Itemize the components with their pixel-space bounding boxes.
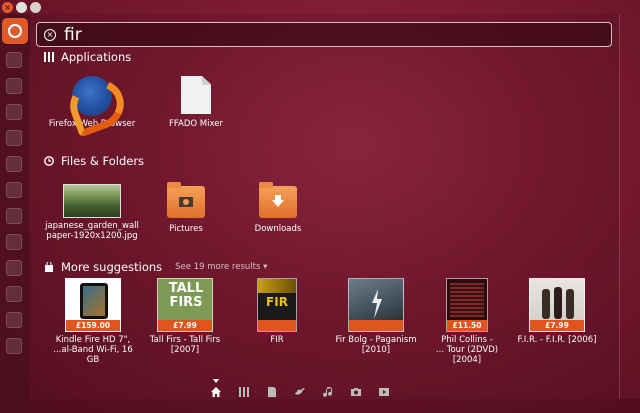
category-title: Applications	[61, 50, 132, 64]
suggestion-item[interactable]: £159.00 Kindle Fire HD 7", ...al-Band Wi…	[48, 278, 138, 365]
photos-lens-icon	[351, 388, 361, 396]
suggestion-item[interactable]: FIR FIR	[232, 278, 322, 345]
lens-bar	[210, 379, 390, 398]
clear-search-icon[interactable]: ×	[44, 28, 56, 41]
video-lens-button[interactable]	[378, 386, 390, 398]
music-lens-icon	[323, 387, 333, 397]
maximize-window-button[interactable]	[30, 2, 41, 13]
shopping-bag-icon	[45, 262, 53, 272]
result-item[interactable]: japanese_garden_wall paper-1920x1200.jpg	[40, 184, 144, 241]
category-title: Files & Folders	[61, 154, 145, 168]
launcher-app-icon[interactable]	[6, 182, 22, 198]
suggestion-item[interactable]: £11.50 Phil Collins - ... Tour (2DVD) [2…	[422, 278, 512, 365]
window-controls: ×	[2, 2, 41, 13]
result-label: Pictures	[169, 224, 203, 234]
social-lens-button[interactable]	[294, 386, 306, 398]
firefox-icon	[72, 76, 112, 116]
launcher-app-icon[interactable]	[6, 312, 22, 328]
album-cover-thumbnail	[348, 278, 404, 332]
suggestion-label: F.I.R. - F.I.R. [2006]	[517, 335, 597, 345]
pictures-folder-icon	[167, 182, 205, 218]
result-item[interactable]: FFADO Mixer	[144, 76, 248, 129]
image-thumbnail	[63, 184, 121, 218]
lightning-art	[372, 289, 382, 319]
album-cover-thumbnail: £7.99	[529, 278, 585, 332]
launcher-app-icon[interactable]	[6, 338, 22, 354]
category-title: More suggestions	[61, 260, 163, 274]
minimize-window-button[interactable]	[16, 2, 27, 13]
suggestion-label: FIR	[270, 335, 284, 345]
search-bar[interactable]: ×	[36, 22, 612, 47]
dash-home-button[interactable]	[2, 18, 28, 44]
launcher-app-icon[interactable]	[6, 260, 22, 276]
music-lens-button[interactable]	[322, 386, 334, 398]
suggestions-category-header: More suggestions See 19 more results ▾	[44, 260, 267, 274]
launcher-app-icon[interactable]	[6, 104, 22, 120]
close-window-button[interactable]: ×	[2, 2, 13, 13]
kindle-thumbnail: £159.00	[65, 278, 121, 332]
applications-lens-icon	[239, 387, 249, 397]
suggestion-label: Phil Collins - ... Tour (2DVD) [2004]	[435, 335, 499, 365]
album-art-text: FIR	[266, 295, 288, 309]
album-art-text: TALL FIRS	[168, 281, 204, 310]
files-lens-button[interactable]	[266, 386, 278, 398]
launcher	[0, 14, 30, 413]
album-cover-thumbnail: TALL FIRS £7.99	[157, 278, 213, 332]
result-label: Downloads	[254, 224, 302, 234]
home-lens-icon	[211, 387, 221, 397]
photos-lens-button[interactable]	[350, 386, 362, 398]
suggestion-label: Tall Firs - Tall Firs [2007]	[149, 335, 221, 355]
search-input[interactable]	[64, 23, 564, 46]
launcher-app-icon[interactable]	[6, 52, 22, 68]
dash-overlay: × Applications Firefox Web Browser FFADO…	[30, 14, 620, 399]
files-category-header: Files & Folders	[44, 154, 144, 168]
result-item[interactable]: Firefox Web Browser	[40, 76, 144, 129]
launcher-app-icon[interactable]	[6, 130, 22, 146]
downloads-folder-icon	[259, 182, 297, 218]
clock-icon	[44, 156, 54, 166]
dvd-cover-thumbnail: £11.50	[446, 278, 488, 332]
result-label: FFADO Mixer	[169, 119, 223, 129]
camera-icon	[179, 197, 193, 207]
suggestion-label: Kindle Fire HD 7", ...al-Band Wi-Fi, 16 …	[53, 335, 133, 365]
files-lens-icon	[268, 387, 276, 397]
active-lens-indicator	[213, 379, 219, 383]
result-label: japanese_garden_wall paper-1920x1200.jpg	[45, 221, 139, 241]
suggestion-item[interactable]: £7.99 F.I.R. - F.I.R. [2006]	[512, 278, 602, 345]
video-lens-icon	[379, 388, 389, 396]
price-tag: £7.99	[158, 320, 212, 331]
result-item[interactable]: Downloads	[226, 182, 330, 234]
price-tag: £7.99	[530, 320, 584, 331]
launcher-app-icon[interactable]	[6, 208, 22, 224]
document-icon	[181, 76, 211, 114]
social-lens-icon	[295, 388, 305, 395]
suggestion-item[interactable]: Fir Bolg - Paganism [2010]	[326, 278, 426, 355]
launcher-app-icon[interactable]	[6, 286, 22, 302]
home-lens-button[interactable]	[210, 379, 222, 398]
see-more-label: See 19 more results	[175, 262, 261, 272]
album-cover-thumbnail: FIR	[257, 278, 297, 332]
suggestion-item[interactable]: TALL FIRS £7.99 Tall Firs - Tall Firs [2…	[140, 278, 230, 355]
result-item[interactable]: Pictures	[134, 182, 238, 234]
launcher-app-icon[interactable]	[6, 156, 22, 172]
see-more-results-link[interactable]: See 19 more results ▾	[175, 262, 267, 272]
launcher-app-icon[interactable]	[6, 78, 22, 94]
ubuntu-logo-icon	[8, 24, 22, 38]
desktop-strip	[30, 399, 640, 413]
applications-category-icon	[44, 52, 54, 62]
price-tag: £159.00	[66, 320, 120, 331]
download-arrow-icon	[272, 195, 284, 207]
price-tag: £11.50	[447, 320, 487, 331]
applications-category-header: Applications	[44, 50, 131, 64]
applications-lens-button[interactable]	[238, 386, 250, 398]
suggestion-label: Fir Bolg - Paganism [2010]	[335, 335, 417, 355]
launcher-app-icon[interactable]	[6, 234, 22, 250]
